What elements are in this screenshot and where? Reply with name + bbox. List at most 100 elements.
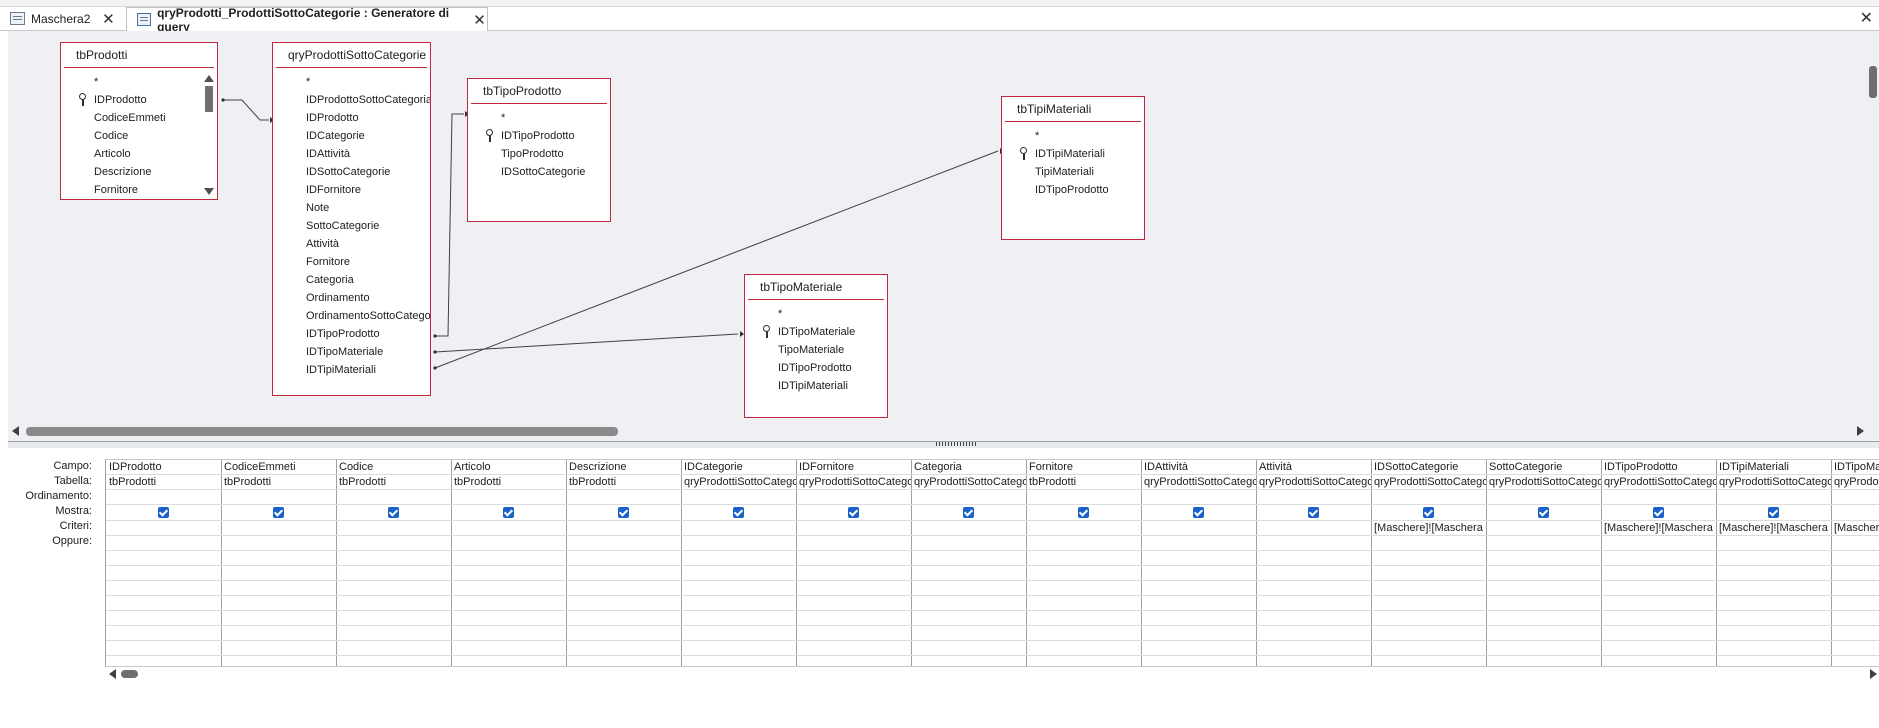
- grid-column[interactable]: IDSottoCategorieqryProdottiSottoCategori…: [1371, 460, 1487, 666]
- field-cell[interactable]: Articolo: [451, 460, 566, 475]
- table-title[interactable]: qryProdottiSottoCategorie: [276, 43, 427, 68]
- or-cell[interactable]: [221, 536, 336, 551]
- criteria-cell[interactable]: [1026, 521, 1141, 536]
- field-item[interactable]: IDProdotto: [61, 91, 217, 109]
- or-cell[interactable]: [911, 641, 1026, 656]
- grid-column[interactable]: IDCategorieqryProdottiSottoCategorie: [681, 460, 797, 666]
- or-cell[interactable]: [1256, 611, 1371, 626]
- field-item[interactable]: Fornitore: [61, 181, 217, 199]
- sort-cell[interactable]: [221, 490, 336, 505]
- criteria-cell[interactable]: [911, 521, 1026, 536]
- or-cell[interactable]: [106, 581, 221, 596]
- grid-column[interactable]: IDAttivitàqryProdottiSottoCategorie: [1141, 460, 1257, 666]
- or-cell[interactable]: [796, 536, 911, 551]
- grid-column[interactable]: SottoCategorieqryProdottiSottoCategorie: [1486, 460, 1602, 666]
- or-cell[interactable]: [566, 626, 681, 641]
- or-cell[interactable]: [106, 641, 221, 656]
- or-cell[interactable]: [1026, 551, 1141, 566]
- or-cell[interactable]: [1716, 596, 1831, 611]
- criteria-cell[interactable]: [Maschere]![Maschera: [1371, 521, 1486, 536]
- show-checkbox[interactable]: [1653, 507, 1664, 518]
- field-item[interactable]: IDTipoMateriale: [273, 343, 430, 361]
- sort-cell[interactable]: [451, 490, 566, 505]
- or-cell[interactable]: [1831, 536, 1879, 551]
- or-cell[interactable]: [221, 626, 336, 641]
- or-cell[interactable]: [1371, 626, 1486, 641]
- or-cell[interactable]: [451, 551, 566, 566]
- or-cell[interactable]: [451, 581, 566, 596]
- field-cell[interactable]: Codice: [336, 460, 451, 475]
- or-cell[interactable]: [1716, 581, 1831, 596]
- tab-maschera2[interactable]: Maschera2 ✕: [0, 8, 124, 29]
- or-cell[interactable]: [106, 611, 221, 626]
- field-item[interactable]: IDTipoProdotto: [745, 359, 887, 377]
- table-cell[interactable]: tbProdotti: [221, 475, 336, 490]
- or-cell[interactable]: [796, 641, 911, 656]
- grid-column[interactable]: Fornitore tbProdotti: [1026, 460, 1142, 666]
- or-cell[interactable]: [221, 551, 336, 566]
- or-cell[interactable]: [1026, 581, 1141, 596]
- show-checkbox[interactable]: [273, 507, 284, 518]
- join-line-idprodotto[interactable]: [223, 99, 269, 121]
- field-item[interactable]: TipiMateriali: [1002, 163, 1144, 181]
- table-cell[interactable]: qryProdottiSottoCategorie: [796, 475, 911, 490]
- show-checkbox[interactable]: [158, 507, 169, 518]
- show-checkbox[interactable]: [963, 507, 974, 518]
- show-checkbox[interactable]: [1538, 507, 1549, 518]
- or-cell[interactable]: [681, 551, 796, 566]
- criteria-cell[interactable]: [1256, 521, 1371, 536]
- or-cell[interactable]: [451, 536, 566, 551]
- or-cell[interactable]: [1601, 626, 1716, 641]
- scroll-right-icon[interactable]: [1857, 426, 1864, 436]
- grid-column[interactable]: CategoriaqryProdottiSottoCategorie: [911, 460, 1027, 666]
- or-cell[interactable]: [1141, 536, 1256, 551]
- scroll-left-icon[interactable]: [12, 426, 19, 436]
- grid-column[interactable]: IDTipiMaterialiqryProdottiSottoCategorie…: [1716, 460, 1832, 666]
- or-cell[interactable]: [1831, 611, 1879, 626]
- sort-cell[interactable]: [796, 490, 911, 505]
- or-cell[interactable]: [1486, 566, 1601, 581]
- show-checkbox[interactable]: [733, 507, 744, 518]
- or-cell[interactable]: [681, 641, 796, 656]
- or-cell[interactable]: [451, 626, 566, 641]
- or-cell[interactable]: [796, 566, 911, 581]
- sort-cell[interactable]: [681, 490, 796, 505]
- table-cell[interactable]: qryProdottiSottoCategorie: [911, 475, 1026, 490]
- close-icon[interactable]: ✕: [100, 10, 116, 28]
- show-checkbox[interactable]: [503, 507, 514, 518]
- or-cell[interactable]: [1831, 596, 1879, 611]
- table-cell[interactable]: tbProdotti: [106, 475, 221, 490]
- or-cell[interactable]: [1601, 566, 1716, 581]
- or-cell[interactable]: [336, 566, 451, 581]
- table-cell[interactable]: qryProdottiSottoCategorie: [1256, 475, 1371, 490]
- or-cell[interactable]: [1141, 566, 1256, 581]
- or-cell[interactable]: [336, 641, 451, 656]
- grid-column[interactable]: AttivitàqryProdottiSottoCategorie: [1256, 460, 1372, 666]
- close-icon[interactable]: ✕: [1860, 8, 1873, 28]
- or-cell[interactable]: [566, 641, 681, 656]
- field-item[interactable]: IDTipoMateriale: [745, 323, 887, 341]
- field-item[interactable]: IDCategorie: [273, 127, 430, 145]
- field-item[interactable]: Codice: [61, 127, 217, 145]
- field-cell[interactable]: IDTipoMateriale: [1831, 460, 1879, 475]
- field-item[interactable]: TipoProdotto: [468, 145, 610, 163]
- or-cell[interactable]: [106, 566, 221, 581]
- join-line-idtipoprodotto[interactable]: [435, 113, 464, 337]
- field-cell[interactable]: IDFornitore: [796, 460, 911, 475]
- field-item[interactable]: Note: [273, 199, 430, 217]
- or-cell[interactable]: [1141, 626, 1256, 641]
- scroll-thumb[interactable]: [121, 670, 138, 678]
- or-cell[interactable]: [1371, 551, 1486, 566]
- or-cell[interactable]: [1831, 641, 1879, 656]
- table-tbtipimateriali[interactable]: tbTipiMateriali * IDTipiMateriali TipiMa…: [1001, 96, 1145, 240]
- table-title[interactable]: tbProdotti: [64, 43, 214, 68]
- criteria-cell[interactable]: [566, 521, 681, 536]
- or-cell[interactable]: [1026, 596, 1141, 611]
- criteria-cell[interactable]: [451, 521, 566, 536]
- table-cell[interactable]: qryProdottiSottoCategorie: [681, 475, 796, 490]
- table-cell[interactable]: qryProdottiSottoCategorie: [1831, 475, 1879, 490]
- field-item[interactable]: OrdinamentoSottoCategorie: [273, 307, 430, 325]
- or-cell[interactable]: [1026, 641, 1141, 656]
- table-cell[interactable]: tbProdotti: [451, 475, 566, 490]
- or-cell[interactable]: [1371, 641, 1486, 656]
